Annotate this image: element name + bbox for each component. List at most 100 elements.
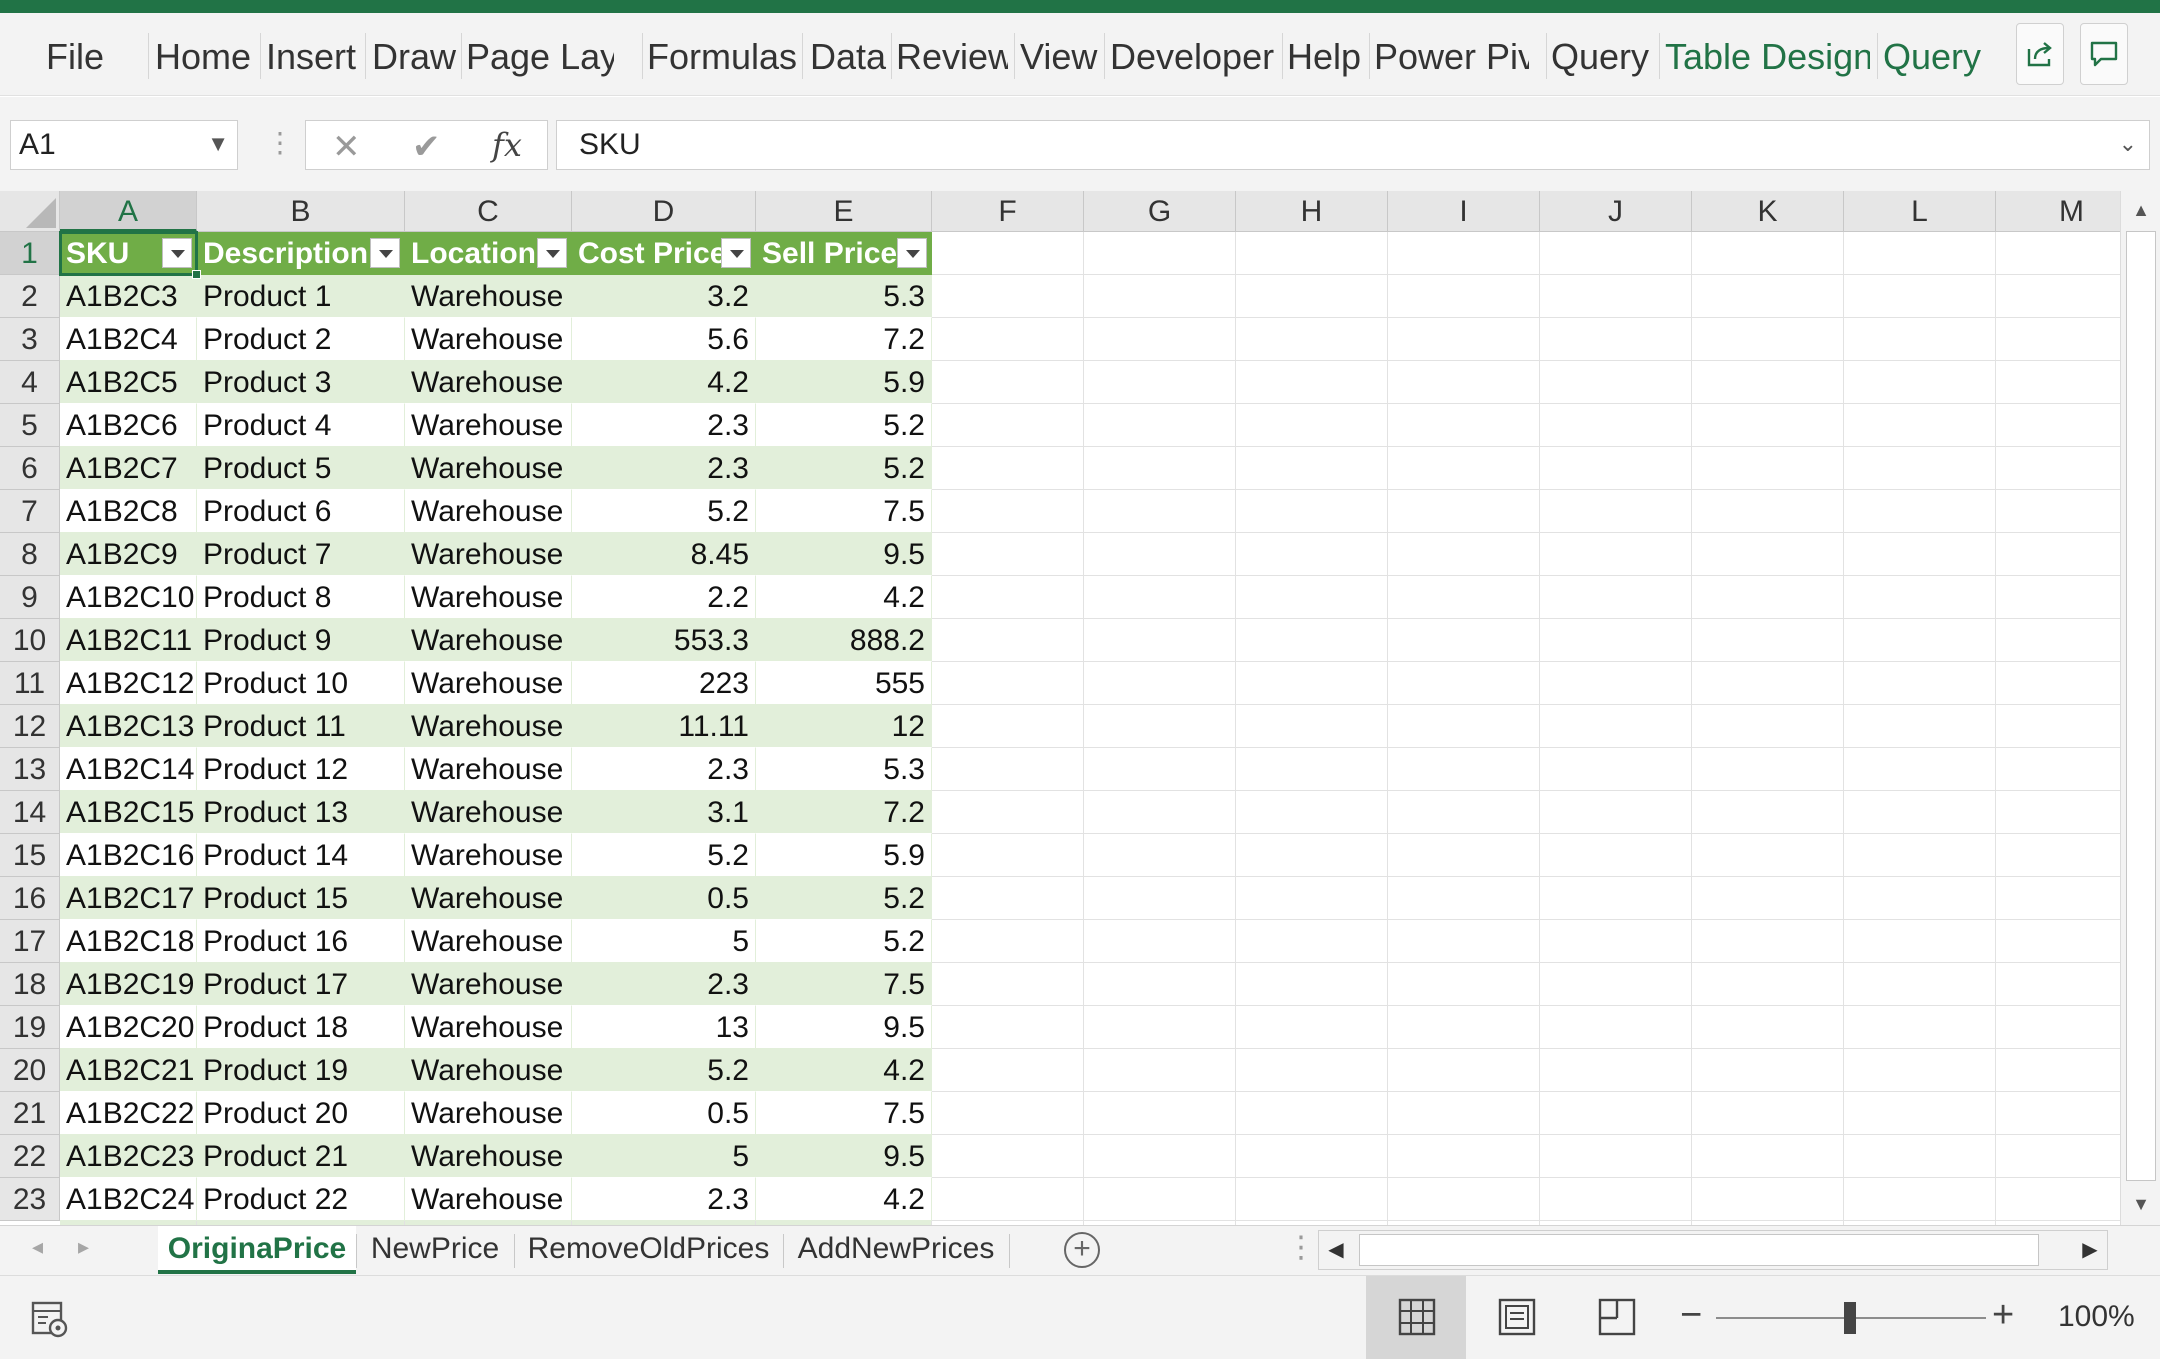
empty-cell[interactable] [932, 963, 1084, 1006]
empty-cell[interactable] [1540, 1135, 1692, 1178]
empty-cell[interactable] [932, 1178, 1084, 1221]
empty-cell[interactable] [1844, 791, 1996, 834]
enter-icon[interactable]: ✔ [412, 127, 441, 167]
empty-cell[interactable] [1540, 576, 1692, 619]
table-cell[interactable]: A1B2C15 [60, 791, 197, 834]
table-cell[interactable]: Warehouse [405, 834, 572, 877]
empty-cell[interactable] [1692, 232, 1844, 275]
empty-cell[interactable] [932, 447, 1084, 490]
table-cell[interactable]: 7.2 [756, 791, 932, 834]
table-cell[interactable]: Warehouse [405, 920, 572, 963]
table-cell[interactable]: 2.3 [572, 963, 756, 1006]
empty-cell[interactable] [1844, 1006, 1996, 1049]
empty-cell[interactable] [1844, 533, 1996, 576]
table-cell[interactable]: A1B2C10 [60, 576, 197, 619]
table-cell[interactable]: Product 15 [197, 877, 405, 920]
column-header-m[interactable]: M [1996, 191, 2120, 232]
table-cell[interactable]: A1B2C3 [60, 275, 197, 318]
empty-cell[interactable] [1084, 318, 1236, 361]
empty-cell[interactable] [932, 404, 1084, 447]
table-cell[interactable]: 4.2 [572, 361, 756, 404]
empty-cell[interactable] [1996, 662, 2120, 705]
table-cell[interactable]: Product 8 [197, 576, 405, 619]
table-header-cell[interactable]: Cost Price [572, 232, 756, 275]
table-cell[interactable]: Warehouse [405, 963, 572, 1006]
add-sheet-button[interactable]: + [1064, 1232, 1100, 1268]
table-cell[interactable]: 0.5 [572, 877, 756, 920]
empty-cell[interactable] [1844, 361, 1996, 404]
empty-cell[interactable] [1388, 533, 1540, 576]
empty-cell[interactable] [1084, 1178, 1236, 1221]
table-cell[interactable]: 9.5 [756, 533, 932, 576]
table-cell[interactable]: Warehouse [405, 447, 572, 490]
table-cell[interactable]: A1B2C5 [60, 361, 197, 404]
table-cell[interactable]: Warehouse [405, 361, 572, 404]
table-cell[interactable]: A1B2C11 [60, 619, 197, 662]
table-cell[interactable]: 5.6 [572, 318, 756, 361]
empty-cell[interactable] [1692, 404, 1844, 447]
empty-cell[interactable] [1388, 275, 1540, 318]
empty-cell[interactable] [1844, 490, 1996, 533]
ribbon-tab-formulas[interactable]: Formulas [647, 35, 797, 79]
ribbon-tab-help[interactable]: Help [1287, 35, 1364, 79]
empty-cell[interactable] [1084, 705, 1236, 748]
empty-cell[interactable] [1236, 705, 1388, 748]
empty-cell[interactable] [1236, 447, 1388, 490]
zoom-slider-thumb[interactable] [1844, 1302, 1856, 1334]
empty-cell[interactable] [1692, 1049, 1844, 1092]
empty-cell[interactable] [1540, 1006, 1692, 1049]
accessibility-status-icon[interactable] [30, 1300, 70, 1340]
vertical-scroll-thumb[interactable] [2126, 231, 2156, 1181]
empty-cell[interactable] [1388, 619, 1540, 662]
row-header-23[interactable]: 23 [0, 1178, 60, 1221]
row-header-9[interactable]: 9 [0, 576, 60, 619]
empty-cell[interactable] [1388, 576, 1540, 619]
table-cell[interactable]: A1B2C21 [60, 1049, 197, 1092]
empty-cell[interactable] [932, 1092, 1084, 1135]
table-cell[interactable]: Warehouse [405, 275, 572, 318]
scroll-up-icon[interactable]: ▲ [2125, 193, 2157, 227]
table-cell[interactable]: 9.5 [756, 1135, 932, 1178]
empty-cell[interactable] [1388, 877, 1540, 920]
table-cell[interactable]: A1B2C12 [60, 662, 197, 705]
table-cell[interactable]: 5.2 [756, 447, 932, 490]
column-header-g[interactable]: G [1084, 191, 1236, 232]
filter-dropdown-icon[interactable] [721, 238, 751, 268]
empty-cell[interactable] [1844, 1178, 1996, 1221]
table-cell[interactable]: 5.3 [756, 275, 932, 318]
empty-cell[interactable] [1388, 1049, 1540, 1092]
empty-cell[interactable] [1084, 1092, 1236, 1135]
sheet-tab-addnewprices[interactable]: AddNewPrices [783, 1226, 1009, 1274]
row-header-3[interactable]: 3 [0, 318, 60, 361]
empty-cell[interactable] [1236, 920, 1388, 963]
table-cell[interactable]: Warehouse [405, 404, 572, 447]
empty-cell[interactable] [1084, 1006, 1236, 1049]
table-cell[interactable]: Product 14 [197, 834, 405, 877]
empty-cell[interactable] [1540, 318, 1692, 361]
empty-cell[interactable] [1996, 318, 2120, 361]
empty-cell[interactable] [1236, 404, 1388, 447]
empty-cell[interactable] [932, 877, 1084, 920]
ribbon-tab-file[interactable]: File [46, 35, 146, 79]
table-cell[interactable]: 4.2 [756, 1178, 932, 1221]
column-header-j[interactable]: J [1540, 191, 1692, 232]
table-cell[interactable]: Product 13 [197, 791, 405, 834]
empty-cell[interactable] [1084, 834, 1236, 877]
empty-cell[interactable] [1388, 1178, 1540, 1221]
table-cell[interactable]: Product 9 [197, 619, 405, 662]
table-cell[interactable]: A1B2C16 [60, 834, 197, 877]
empty-cell[interactable] [932, 791, 1084, 834]
row-header-1[interactable]: 1 [0, 232, 60, 275]
empty-cell[interactable] [1540, 1049, 1692, 1092]
empty-cell[interactable] [1692, 1135, 1844, 1178]
empty-cell[interactable] [1692, 877, 1844, 920]
empty-cell[interactable] [1084, 748, 1236, 791]
table-cell[interactable]: 5.9 [756, 361, 932, 404]
empty-cell[interactable] [1540, 705, 1692, 748]
table-cell[interactable]: 7.5 [756, 963, 932, 1006]
sheet-tab-newprice[interactable]: NewPrice [356, 1226, 514, 1274]
empty-cell[interactable] [1236, 361, 1388, 404]
table-cell[interactable]: Product 11 [197, 705, 405, 748]
column-header-b[interactable]: B [197, 191, 405, 232]
empty-cell[interactable] [1388, 361, 1540, 404]
